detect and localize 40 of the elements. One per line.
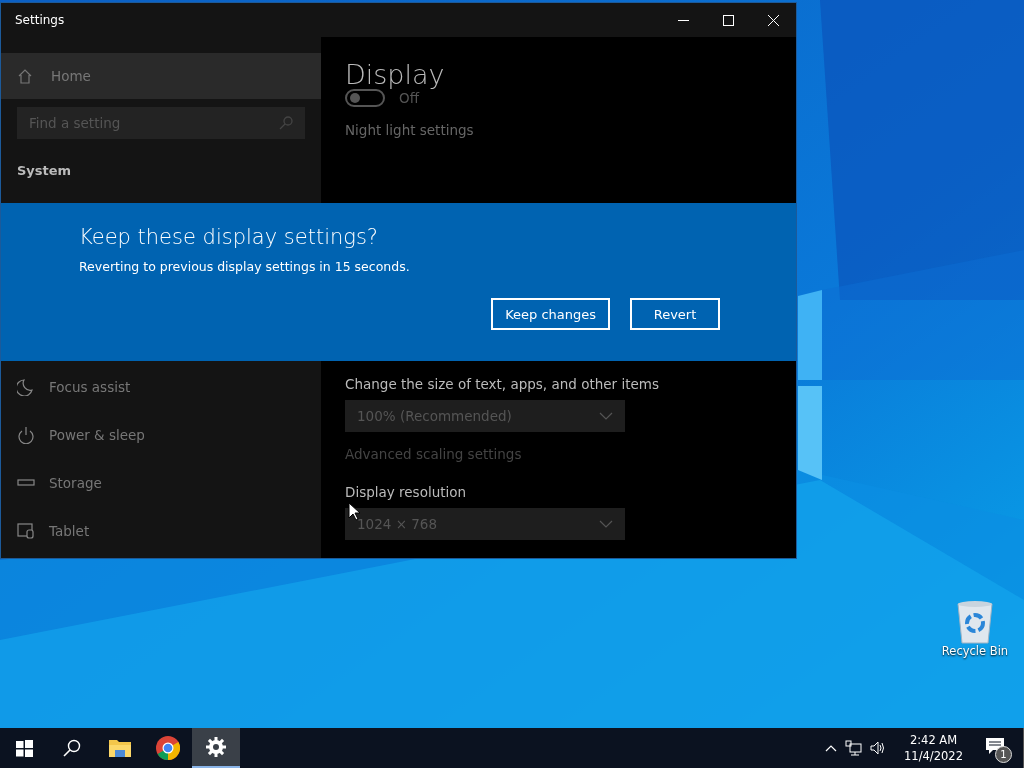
active-app-highlight[interactable] xyxy=(192,728,240,768)
tablet-icon xyxy=(17,522,35,540)
home-nav-item[interactable]: Home xyxy=(1,53,321,99)
dialog-message: Reverting to previous display settings in 15 seconds. xyxy=(79,259,411,274)
search-icon[interactable] xyxy=(63,739,81,757)
dialog-title: Keep these display settings? xyxy=(79,225,379,249)
cursor-icon xyxy=(348,502,360,521)
dialog-button[interactable]: Revert xyxy=(630,298,720,330)
close-icon[interactable] xyxy=(768,14,779,26)
page-title: Display xyxy=(345,58,445,92)
recycle-bin-icon[interactable] xyxy=(955,600,995,644)
toggle-switch[interactable] xyxy=(345,89,385,107)
caret-up-icon[interactable] xyxy=(825,744,838,752)
maximize-icon[interactable] xyxy=(723,14,734,26)
moon-icon xyxy=(17,378,35,396)
nav-item[interactable]: Tablet xyxy=(1,507,321,555)
section-heading: System xyxy=(17,163,73,178)
search-icon xyxy=(279,116,293,130)
dialog-button[interactable]: Keep changes xyxy=(491,298,610,330)
setting-label: Display resolution xyxy=(345,484,467,500)
gear-icon[interactable] xyxy=(206,737,226,757)
browser-icon[interactable] xyxy=(156,736,180,760)
network-monitor-icon[interactable] xyxy=(845,740,863,756)
window-title: Settings xyxy=(14,13,66,27)
notification-badge: 1 xyxy=(995,746,1012,763)
chevron-icon xyxy=(599,412,613,420)
toggle-state: Off xyxy=(399,90,419,106)
start-icon[interactable] xyxy=(15,739,33,757)
settings-link[interactable]: Night light settings xyxy=(345,122,474,138)
folder-icon[interactable] xyxy=(108,738,132,758)
nav-item[interactable]: Focus assist xyxy=(1,363,321,411)
clock[interactable]: 2:42 AM 11/4/2022 xyxy=(904,732,963,764)
speaker-icon[interactable] xyxy=(870,741,887,755)
icon-label: Recycle Bin xyxy=(941,644,1009,658)
home-icon xyxy=(17,68,33,84)
nav-item[interactable]: Storage xyxy=(1,459,321,507)
chevron-icon xyxy=(599,520,613,528)
setting-label: Change the size of text, apps, and other items xyxy=(345,376,659,392)
power-icon xyxy=(17,426,35,444)
nav-item[interactable]: Power & sleep xyxy=(1,411,321,459)
